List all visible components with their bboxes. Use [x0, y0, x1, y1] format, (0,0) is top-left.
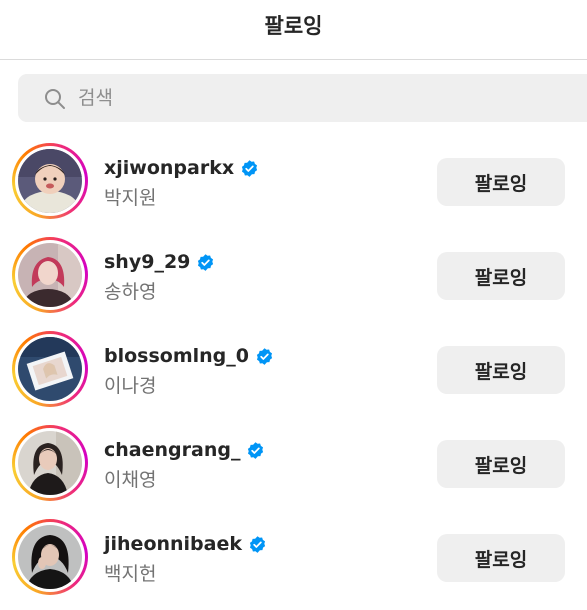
full-name: 백지헌	[104, 563, 157, 585]
avatar	[18, 431, 82, 495]
search-icon	[45, 89, 65, 109]
list-item[interactable]: chaengrang_ 이채영 팔로잉	[0, 422, 587, 516]
avatar	[18, 149, 82, 213]
avatar	[18, 337, 82, 401]
full-name: 송하영	[104, 281, 157, 303]
avatar-story-ring[interactable]	[12, 331, 88, 407]
full-name: 이채영	[104, 469, 157, 491]
avatar-story-ring[interactable]	[12, 425, 88, 501]
avatar-story-ring[interactable]	[12, 143, 88, 219]
full-name: 이나경	[104, 375, 157, 397]
avatar	[18, 525, 82, 589]
verified-badge-icon	[242, 159, 258, 177]
verified-badge-icon	[248, 441, 264, 459]
list-item[interactable]: jiheonnibaek 백지헌 팔로잉	[0, 516, 587, 610]
avatar-story-ring[interactable]	[12, 237, 88, 313]
following-button[interactable]: 팔로잉	[437, 252, 565, 300]
following-list: xjiwonparkx 박지원 팔로잉 shy9_29 송하영 팔로잉 blos…	[0, 140, 587, 610]
avatar	[18, 243, 82, 307]
username[interactable]: chaengrang_	[104, 439, 265, 461]
list-item[interactable]: blossomlng_0 이나경 팔로잉	[0, 328, 587, 422]
avatar-story-ring[interactable]	[12, 519, 88, 595]
username[interactable]: xjiwonparkx	[104, 157, 259, 179]
full-name: 박지원	[104, 187, 157, 209]
header: 팔로잉	[0, 0, 587, 60]
following-button[interactable]: 팔로잉	[437, 534, 565, 582]
list-item[interactable]: xjiwonparkx 박지원 팔로잉	[0, 140, 587, 234]
following-button[interactable]: 팔로잉	[437, 158, 565, 206]
following-button[interactable]: 팔로잉	[437, 346, 565, 394]
username[interactable]: shy9_29	[104, 251, 215, 273]
verified-badge-icon	[198, 253, 214, 271]
page-title: 팔로잉	[264, 14, 323, 38]
verified-badge-icon	[256, 347, 273, 365]
search-input[interactable]	[78, 74, 558, 122]
following-button[interactable]: 팔로잉	[437, 440, 565, 488]
verified-badge-icon	[249, 535, 266, 553]
username[interactable]: blossomlng_0	[104, 345, 274, 367]
username[interactable]: jiheonnibaek	[104, 533, 267, 555]
list-item[interactable]: shy9_29 송하영 팔로잉	[0, 234, 587, 328]
search-bar[interactable]	[18, 74, 587, 122]
